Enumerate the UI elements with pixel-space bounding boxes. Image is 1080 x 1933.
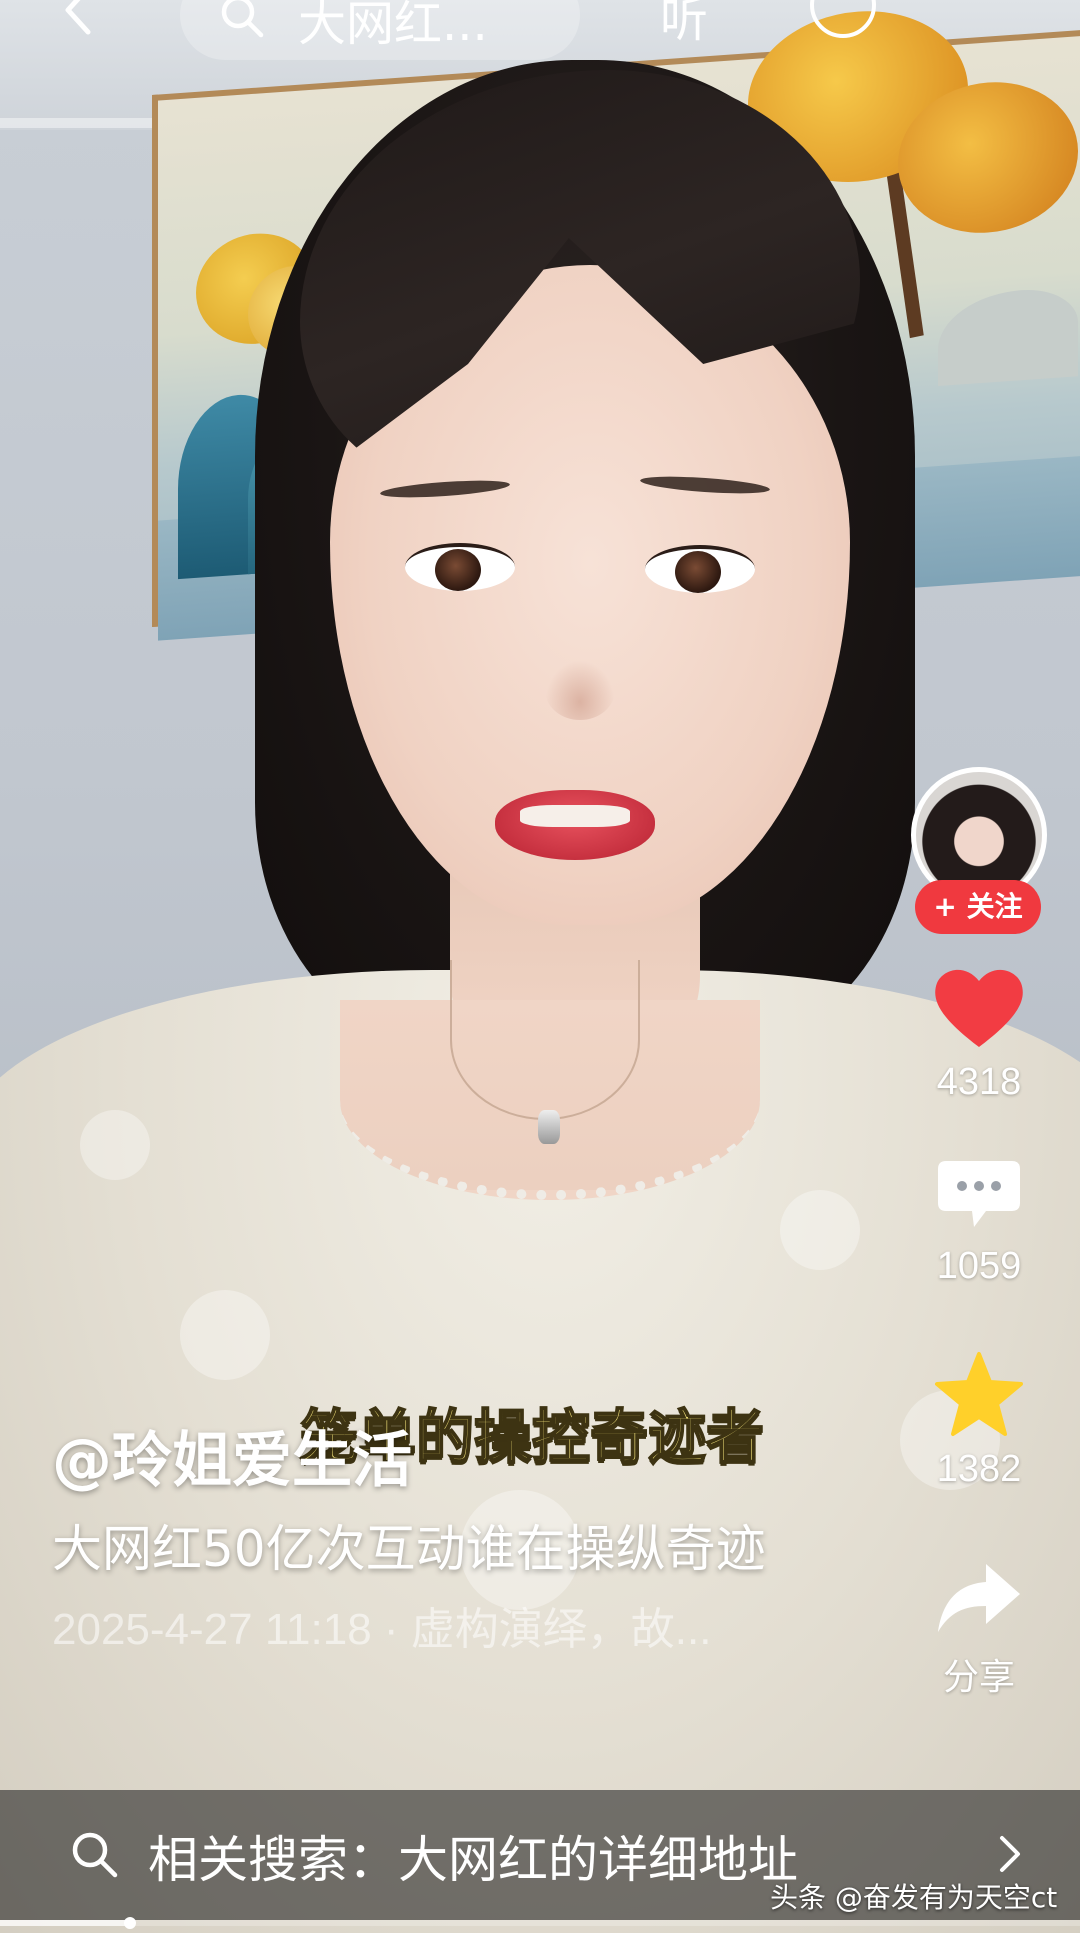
presenter-iris: [435, 549, 481, 591]
caption-block: @玲姐爱生活 大网红50亿次互动谁在操纵奇迹 2025-4-27 11:18 ·…: [52, 1412, 812, 1657]
like-button[interactable]: 4318: [908, 965, 1050, 1104]
presenter-nose: [545, 660, 615, 720]
presenter-eye: [645, 545, 755, 593]
favorite-button[interactable]: 1382: [908, 1350, 1050, 1491]
related-search-text: 相关搜索：大网红的详细地址: [148, 1831, 798, 1889]
presenter-eye: [405, 543, 515, 591]
lace-pattern: [180, 1290, 270, 1380]
lace-pattern: [780, 1190, 860, 1270]
publish-meta[interactable]: 2025-4-27 11:18 · 虚构演绎，故...: [52, 1593, 812, 1657]
search-icon: [72, 1832, 118, 1878]
search-query-text: 大网红...: [298, 0, 488, 52]
search-box[interactable]: 大网红...: [180, 0, 580, 60]
video-progress-bar[interactable]: [0, 1917, 1080, 1929]
search-icon: [221, 0, 264, 38]
follow-button[interactable]: + 关注: [915, 880, 1041, 934]
top-bar: 大网红... 听: [0, 0, 1080, 70]
chevron-right-icon: [1000, 1836, 1020, 1872]
star-icon: [935, 1352, 1023, 1436]
favorite-count: 1382: [936, 1448, 1022, 1490]
presenter-pendant: [538, 1110, 560, 1144]
comment-button[interactable]: 1059: [908, 1155, 1050, 1288]
back-icon[interactable]: [50, 0, 110, 40]
share-icon: [938, 1564, 1020, 1632]
watermark: 头条 @奋发有为天空ct: [770, 1881, 1058, 1914]
comment-count: 1059: [936, 1245, 1022, 1287]
painting-island: [938, 286, 1078, 387]
presenter-teeth: [520, 805, 630, 827]
presenter-necklace: [450, 960, 640, 1120]
listen-button[interactable]: 听: [660, 0, 708, 50]
share-button[interactable]: 分享: [908, 1560, 1050, 1700]
video-title[interactable]: 大网红50亿次互动谁在操纵奇迹: [52, 1511, 812, 1587]
heart-icon: [935, 969, 1023, 1047]
author-name[interactable]: @玲姐爱生活: [52, 1412, 812, 1499]
share-label: 分享: [942, 1656, 1015, 1697]
more-icon[interactable]: [810, 0, 876, 38]
video-progress-knob[interactable]: [123, 1917, 136, 1929]
comment-icon: [938, 1161, 1020, 1227]
video-progress-fill: [0, 1920, 130, 1926]
presenter-iris: [675, 551, 721, 593]
lace-pattern: [80, 1110, 150, 1180]
like-count: 4318: [936, 1061, 1022, 1103]
